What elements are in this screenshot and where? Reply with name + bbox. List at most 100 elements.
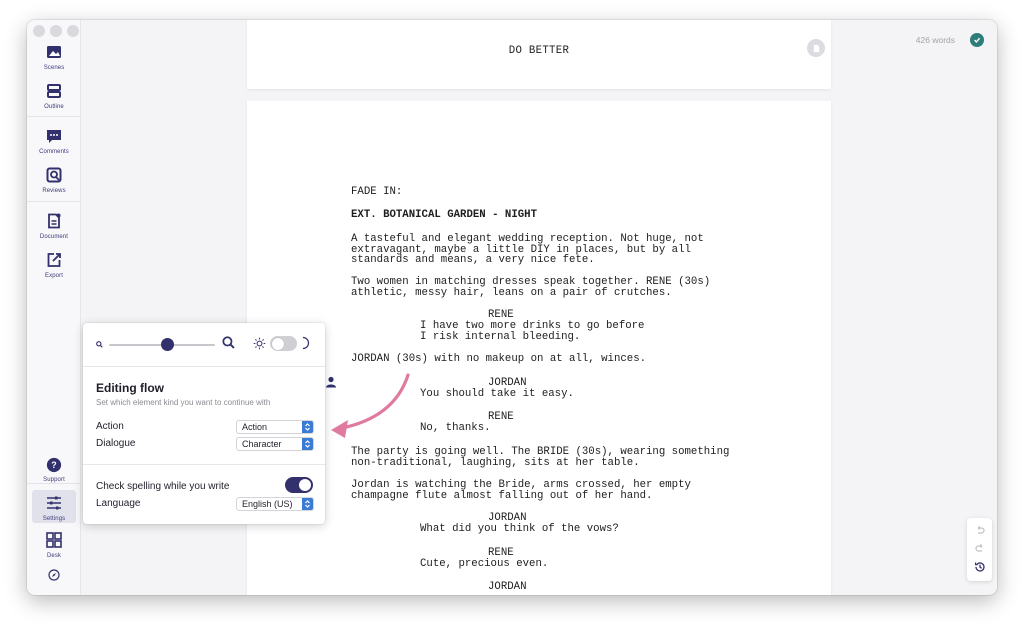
sidebar-item-label: Export <box>45 273 63 279</box>
language-select[interactable]: English (US) <box>236 497 314 511</box>
editing-flow-title: Editing flow <box>96 381 164 395</box>
dialogue-line[interactable]: No, thanks. <box>420 423 491 434</box>
sidebar-item-label: Scenes <box>43 65 65 71</box>
character-cue[interactable]: JORDAN <box>488 582 526 593</box>
view-controls <box>83 323 325 367</box>
history-icon <box>974 562 985 572</box>
character-cue[interactable]: RENE <box>488 412 514 423</box>
word-count: 426 words <box>915 35 955 45</box>
sidebar-item-label: Comments <box>39 149 69 155</box>
script-line[interactable]: JORDAN (30s) with no makeup on at all, w… <box>351 354 646 365</box>
reviews-icon <box>46 167 62 183</box>
maximize-window-button[interactable] <box>67 25 79 37</box>
select-value: Character <box>242 439 282 449</box>
moon-icon <box>302 336 310 350</box>
character-cue[interactable]: RENE <box>488 548 514 559</box>
dialogue-line[interactable]: I have two more drinks to go before <box>420 321 644 332</box>
script-line[interactable]: athletic, messy hair, leans on a pair of… <box>351 287 672 299</box>
dialogue-next-select[interactable]: Character <box>236 437 314 451</box>
select-value: Action <box>242 422 268 432</box>
document-icon <box>48 213 61 229</box>
flow-row-label: Action <box>96 421 124 432</box>
script-line[interactable]: standards and means, a very nice fete. <box>351 255 595 266</box>
help-icon: ? <box>46 457 62 473</box>
scenes-icon <box>47 46 61 58</box>
export-icon <box>47 253 61 267</box>
history-panel <box>967 518 992 581</box>
sidebar-item-reviews[interactable]: Reviews <box>27 166 81 194</box>
scene-heading[interactable]: EXT. BOTANICAL GARDEN - NIGHT <box>351 210 537 221</box>
sidebar-item-label: Document <box>39 234 69 240</box>
flow-row-label: Dialogue <box>96 438 136 449</box>
sidebar-item-label: Outline <box>44 104 64 110</box>
sidebar-divider <box>27 116 81 117</box>
sidebar: Scenes Outline Comments Reviews Document… <box>27 20 81 595</box>
sidebar-item-label: Settings <box>42 516 66 522</box>
compass-button[interactable] <box>27 569 81 581</box>
editing-flow-subtitle: Set which element kind you want to conti… <box>96 398 271 407</box>
script-line[interactable]: FADE IN: <box>351 187 402 198</box>
script-line[interactable]: A tasteful and elegant wedding reception… <box>351 234 704 245</box>
window-controls <box>33 25 79 37</box>
sidebar-item-desk[interactable]: Desk <box>27 531 81 559</box>
settings-popover: Editing flow Set which element kind you … <box>83 323 325 524</box>
user-icon <box>326 376 336 388</box>
sidebar-item-document[interactable]: Document <box>27 212 81 240</box>
sidebar-divider <box>27 483 81 484</box>
minimize-window-button[interactable] <box>50 25 62 37</box>
script-line[interactable]: The party is going well. The BRIDE (30s)… <box>351 447 729 458</box>
script-line[interactable]: Jordan is watching the Bride, arms cross… <box>351 480 691 491</box>
dark-mode-toggle[interactable] <box>270 336 297 351</box>
close-window-button[interactable] <box>33 25 45 37</box>
sidebar-item-scenes[interactable]: Scenes <box>27 43 81 71</box>
script-page[interactable]: FADE IN: EXT. BOTANICAL GARDEN - NIGHT A… <box>247 101 831 595</box>
chevron-updown-icon <box>302 438 313 450</box>
spellcheck-label: Check spelling while you write <box>96 481 230 492</box>
redo-button[interactable] <box>967 539 992 557</box>
undo-button[interactable] <box>967 521 992 539</box>
comments-icon <box>47 130 61 143</box>
sidebar-item-comments[interactable]: Comments <box>27 127 81 155</box>
sidebar-item-label: Reviews <box>42 188 66 194</box>
svg-text:?: ? <box>51 460 56 470</box>
dialogue-line[interactable]: What did you think of the vows? <box>420 524 619 535</box>
dialogue-line[interactable]: You should take it easy. <box>420 389 574 400</box>
title-page-title[interactable]: DO BETTER <box>247 46 831 57</box>
zoom-slider-handle[interactable] <box>160 338 174 351</box>
sidebar-divider <box>27 201 81 202</box>
outline-icon <box>47 84 61 98</box>
chevron-updown-icon <box>302 421 313 433</box>
character-cue[interactable]: JORDAN <box>488 378 526 389</box>
grid-icon <box>46 532 62 548</box>
sidebar-item-settings[interactable]: Settings <box>32 490 76 523</box>
dialogue-line[interactable]: I risk internal bleeding. <box>420 331 580 343</box>
language-label: Language <box>96 498 141 509</box>
character-cue[interactable]: JORDAN <box>488 513 526 524</box>
undo-icon <box>977 525 985 534</box>
document-icon <box>813 44 819 52</box>
script-line[interactable]: Two women in matching dresses speak toge… <box>351 277 710 288</box>
dialogue-line[interactable]: Cute, precious even. <box>420 559 548 570</box>
sliders-icon <box>47 496 61 510</box>
sun-icon <box>253 337 266 350</box>
sidebar-item-support[interactable]: ? Support <box>27 457 81 483</box>
script-line[interactable]: champagne flute almost falling out of he… <box>351 490 652 502</box>
select-value: English (US) <box>242 499 293 509</box>
sidebar-item-label: Desk <box>46 553 62 559</box>
compass-icon <box>48 569 60 581</box>
saved-check-icon <box>970 33 984 47</box>
history-button[interactable] <box>967 558 992 576</box>
zoom-out-icon[interactable] <box>96 341 103 348</box>
title-page[interactable]: DO BETTER <box>247 20 831 89</box>
title-page-button[interactable] <box>807 39 825 57</box>
zoom-in-icon[interactable] <box>222 336 235 349</box>
popover-divider <box>83 464 325 465</box>
spellcheck-toggle[interactable] <box>285 477 313 493</box>
action-next-select[interactable]: Action <box>236 420 314 434</box>
redo-icon <box>974 543 982 552</box>
sidebar-item-outline[interactable]: Outline <box>27 82 81 110</box>
character-cue[interactable]: RENE <box>488 310 514 321</box>
chevron-updown-icon <box>302 498 313 510</box>
script-line[interactable]: non-traditional, laughing, sits at her t… <box>351 457 640 469</box>
sidebar-item-export[interactable]: Export <box>27 251 81 279</box>
